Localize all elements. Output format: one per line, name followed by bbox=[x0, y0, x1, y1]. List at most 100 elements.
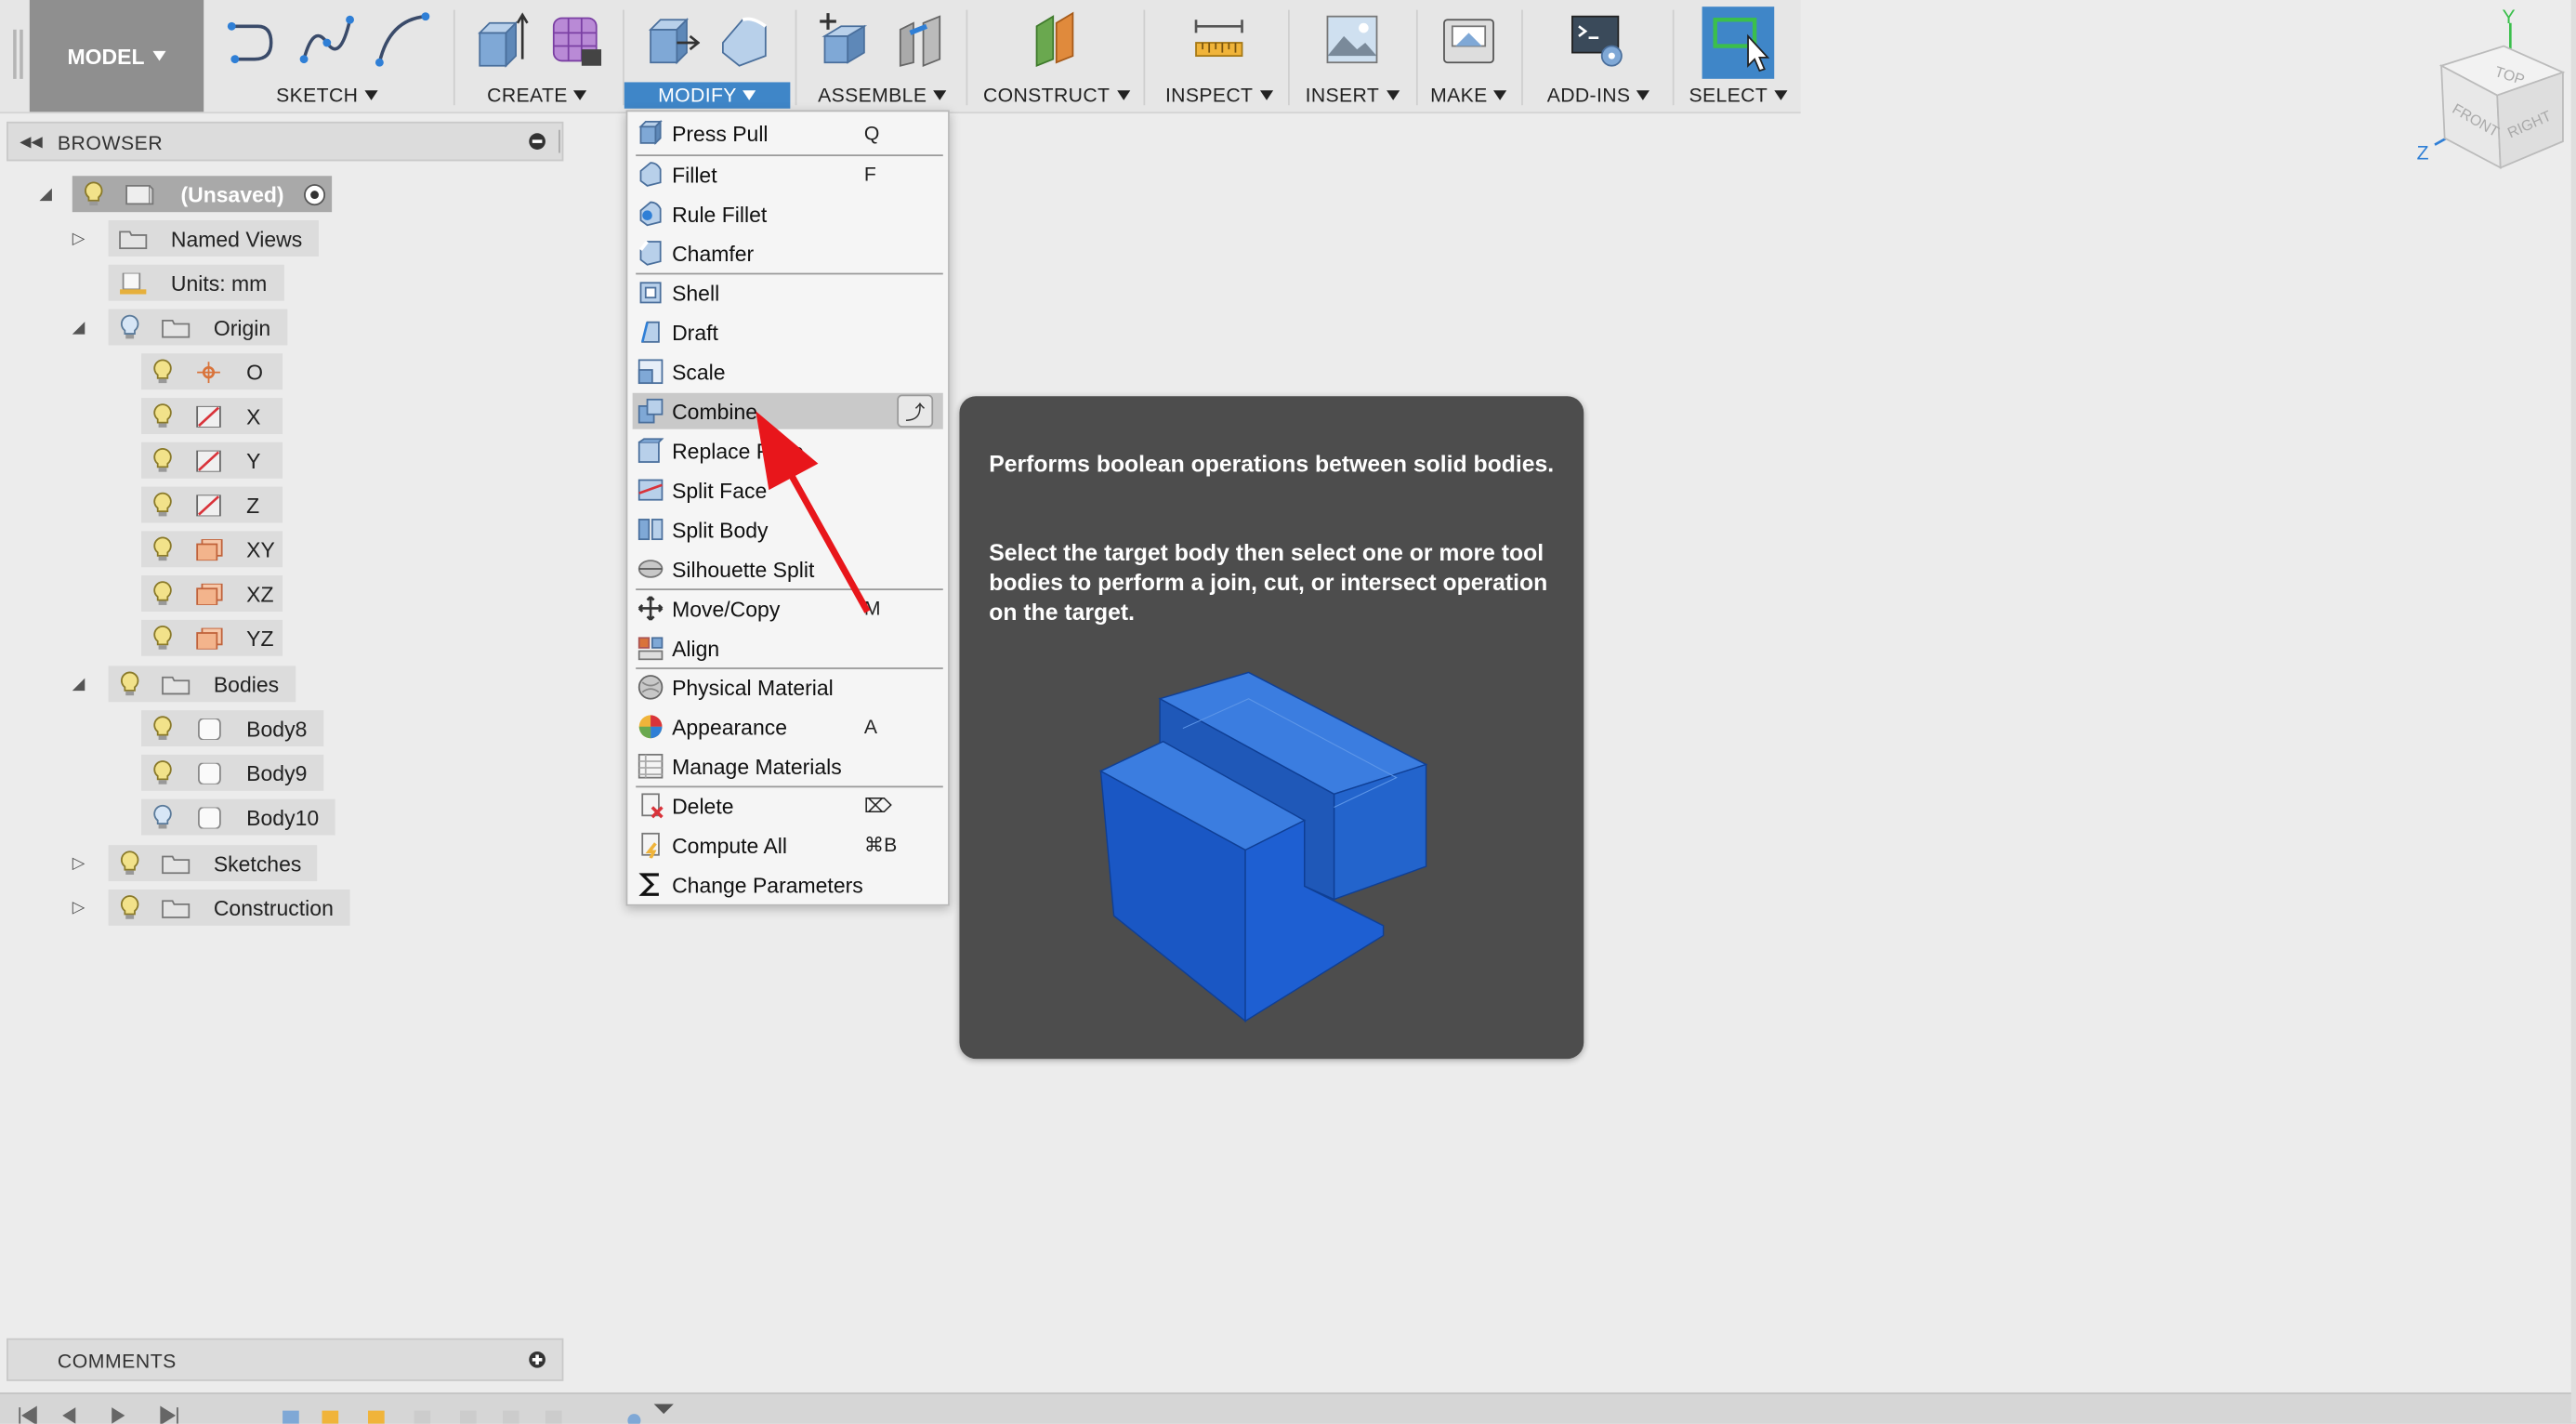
toolbar-group-make[interactable]: MAKE bbox=[1419, 0, 1518, 112]
light-bulb-icon[interactable] bbox=[118, 894, 141, 920]
form-box-icon[interactable] bbox=[545, 10, 605, 70]
toolbar-group-select[interactable]: SELECT bbox=[1679, 0, 1797, 112]
toolbar-group-inspect[interactable]: INSPECT bbox=[1150, 0, 1289, 112]
menu-item-fillet[interactable]: Fillet F bbox=[633, 156, 943, 192]
toolbar-group-add-ins[interactable]: ADD-INS bbox=[1528, 0, 1669, 112]
menu-item-rule-fillet[interactable]: Rule Fillet bbox=[633, 195, 943, 231]
tree-root-item[interactable]: (Unsaved) bbox=[72, 176, 332, 213]
light-bulb-icon[interactable] bbox=[118, 314, 141, 340]
toolbar-group-modify[interactable]: MODIFY bbox=[624, 0, 791, 112]
menu-item-physical-material[interactable]: Physical Material bbox=[633, 669, 943, 705]
light-bulb-icon[interactable] bbox=[151, 536, 175, 562]
toolbar-group-create[interactable]: CREATE bbox=[456, 0, 617, 112]
expand-triangle-icon[interactable]: ▷ bbox=[72, 855, 99, 873]
light-bulb-icon[interactable] bbox=[118, 850, 141, 876]
tree-row-construction[interactable]: ▷ Construction bbox=[72, 889, 350, 926]
timeline-controls-icon[interactable] bbox=[10, 1404, 701, 1424]
light-bulb-icon[interactable] bbox=[151, 492, 175, 518]
sketch-spline-icon[interactable] bbox=[297, 10, 357, 70]
light-bulb-icon[interactable] bbox=[151, 759, 175, 785]
light-bulb-icon[interactable] bbox=[82, 181, 105, 207]
menu-item-manage-materials[interactable]: Manage Materials bbox=[633, 748, 943, 785]
right-scroll-edge[interactable] bbox=[2570, 0, 2576, 1423]
light-bulb-icon[interactable] bbox=[151, 625, 175, 651]
tree-item-o[interactable]: O bbox=[141, 353, 283, 390]
light-bulb-icon[interactable] bbox=[151, 715, 175, 741]
3d-print-icon[interactable] bbox=[1439, 10, 1499, 70]
toolbar-group-construct[interactable]: CONSTRUCT bbox=[976, 0, 1137, 112]
construct-plane-icon[interactable] bbox=[1027, 10, 1086, 70]
light-bulb-icon[interactable] bbox=[151, 402, 175, 429]
toolbar-group-insert[interactable]: INSERT bbox=[1292, 0, 1413, 112]
tree-root-row[interactable]: ◢ (Unsaved) bbox=[39, 176, 332, 213]
tree-row-body9[interactable]: Body9 bbox=[141, 754, 324, 791]
tree-row-axis-z[interactable]: Z bbox=[141, 486, 283, 523]
view-cube[interactable]: TOP FRONT RIGHT Y Z bbox=[2402, 0, 2573, 197]
tree-row-named-views[interactable]: ▷ Named Views bbox=[72, 220, 319, 257]
menu-item-align[interactable]: Align bbox=[633, 629, 943, 666]
tree-item-construction[interactable]: Construction bbox=[108, 889, 350, 926]
tree-item-body8[interactable]: Body8 bbox=[141, 710, 324, 747]
panel-resize-handle[interactable] bbox=[559, 129, 560, 153]
tree-row-axis-x[interactable]: X bbox=[141, 398, 283, 434]
menu-item-compute-all[interactable]: Compute All ⌘B bbox=[633, 827, 943, 864]
tree-item-named-views[interactable]: Named Views bbox=[108, 220, 319, 257]
menu-item-change-parameters[interactable]: Change Parameters bbox=[633, 866, 943, 903]
expand-triangle-icon[interactable]: ▷ bbox=[72, 900, 99, 917]
tree-item-units[interactable]: Units: mm bbox=[108, 264, 283, 301]
minimize-panel-icon[interactable] bbox=[529, 133, 545, 150]
collapse-panel-icon[interactable]: ◀◀ bbox=[20, 133, 42, 151]
light-bulb-icon[interactable] bbox=[151, 359, 175, 385]
tree-item-z[interactable]: Z bbox=[141, 486, 283, 523]
joint-icon[interactable] bbox=[890, 10, 950, 70]
measure-icon[interactable] bbox=[1189, 10, 1249, 70]
toolbar-group-sketch[interactable]: SKETCH bbox=[210, 0, 443, 112]
menu-item-chamfer[interactable]: Chamfer bbox=[633, 235, 943, 271]
tree-row-bodies[interactable]: ◢ Bodies bbox=[72, 666, 296, 703]
collapse-triangle-icon[interactable]: ◢ bbox=[39, 186, 65, 204]
light-bulb-icon[interactable] bbox=[151, 580, 175, 606]
new-component-icon[interactable] bbox=[815, 10, 874, 70]
add-comment-icon[interactable] bbox=[529, 1351, 545, 1368]
menu-item-press-pull[interactable]: Press Pull Q bbox=[633, 115, 943, 152]
activate-radio-icon[interactable] bbox=[303, 183, 325, 205]
tree-item-xz[interactable]: XZ bbox=[141, 575, 283, 612]
expand-triangle-icon[interactable]: ▷ bbox=[72, 231, 99, 248]
light-bulb-icon[interactable] bbox=[151, 447, 175, 473]
extrude-box-icon[interactable] bbox=[470, 10, 530, 70]
toolbar-grip[interactable] bbox=[13, 29, 23, 79]
tree-item-yz[interactable]: YZ bbox=[141, 619, 283, 656]
menu-item-draft[interactable]: Draft bbox=[633, 314, 943, 350]
press-pull-icon[interactable] bbox=[640, 10, 700, 70]
tree-row-origin[interactable]: ◢ Origin bbox=[72, 309, 287, 346]
menu-item-delete[interactable]: Delete ⌦ bbox=[633, 787, 943, 824]
tree-item-x[interactable]: X bbox=[141, 398, 283, 434]
menu-item-scale[interactable]: Scale bbox=[633, 353, 943, 389]
fillet-icon[interactable] bbox=[716, 10, 775, 70]
comments-panel-header[interactable]: COMMENTS bbox=[7, 1338, 564, 1381]
collapse-triangle-icon[interactable]: ◢ bbox=[72, 319, 99, 336]
toolbar-group-assemble[interactable]: ASSEMBLE bbox=[802, 0, 963, 112]
sketch-arc-icon[interactable] bbox=[373, 10, 432, 70]
tree-item-body10[interactable]: Body10 bbox=[141, 798, 335, 836]
insert-image-icon[interactable] bbox=[1322, 10, 1382, 70]
workspace-model-button[interactable]: MODEL bbox=[29, 0, 204, 112]
sketch-line-icon[interactable] bbox=[222, 10, 282, 70]
tree-item-origin[interactable]: Origin bbox=[108, 309, 287, 346]
select-icon[interactable] bbox=[1702, 7, 1775, 79]
scripts-addins-icon[interactable] bbox=[1569, 10, 1628, 70]
tree-item-body9[interactable]: Body9 bbox=[141, 754, 324, 791]
tree-item-y[interactable]: Y bbox=[141, 442, 283, 479]
tree-row-plane-yz[interactable]: YZ bbox=[141, 619, 283, 656]
tree-item-sketches[interactable]: Sketches bbox=[108, 845, 319, 882]
tree-item-xy[interactable]: XY bbox=[141, 531, 283, 568]
tree-row-body8[interactable]: Body8 bbox=[141, 710, 324, 747]
tree-row-body10[interactable]: Body10 bbox=[141, 798, 335, 836]
tree-item-bodies[interactable]: Bodies bbox=[108, 666, 296, 703]
tree-row-plane-xy[interactable]: XY bbox=[141, 531, 283, 568]
light-bulb-icon[interactable] bbox=[151, 804, 175, 830]
collapse-triangle-icon[interactable]: ◢ bbox=[72, 676, 99, 693]
browser-panel-header[interactable]: ◀◀ BROWSER bbox=[7, 121, 564, 162]
tree-row-units[interactable]: Units: mm bbox=[108, 264, 283, 301]
tree-row-sketches[interactable]: ▷ Sketches bbox=[72, 845, 319, 882]
